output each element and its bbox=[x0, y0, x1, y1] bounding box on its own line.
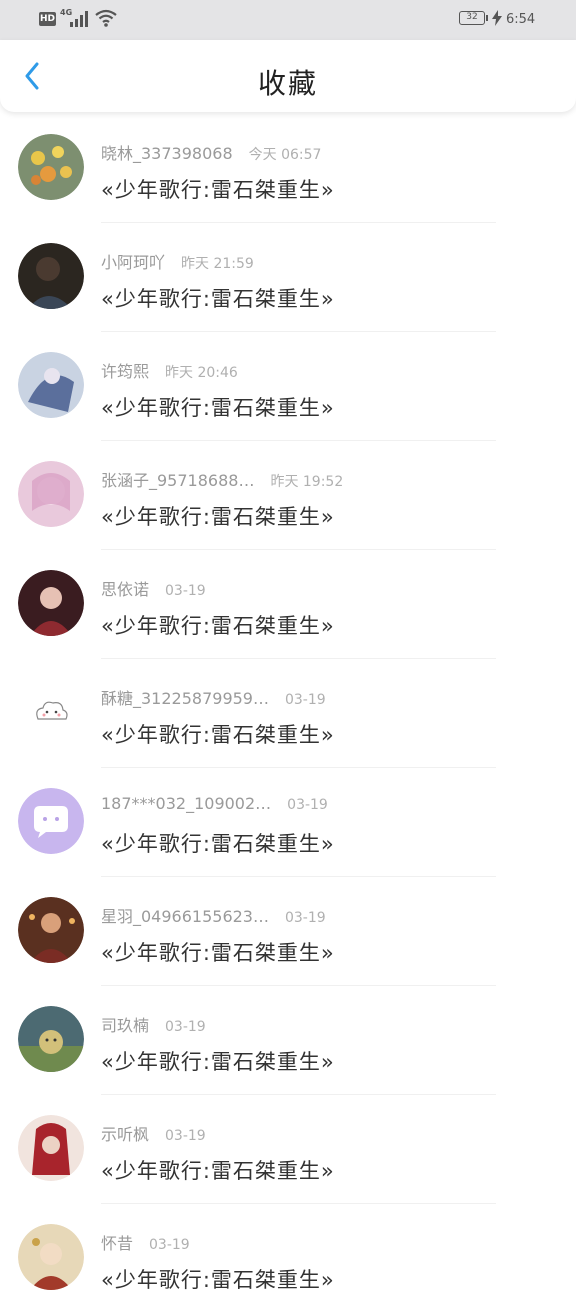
avatar[interactable] bbox=[18, 352, 84, 418]
user-name: 晓林_337398068 bbox=[101, 144, 233, 163]
item-meta: 晓林_337398068 今天 06:57 bbox=[101, 140, 321, 164]
item-time: 昨天 19:52 bbox=[270, 474, 344, 490]
list-item[interactable]: 思依诺 03-19 «少年歌行:雷石桀重生» bbox=[0, 550, 576, 659]
charging-icon bbox=[492, 10, 502, 26]
item-meta: 许筠熙 昨天 20:46 bbox=[101, 358, 238, 382]
battery-icon: 32 bbox=[459, 11, 485, 25]
item-content: «少年歌行:雷石桀重生» bbox=[101, 396, 335, 420]
user-name: 许筠熙 bbox=[101, 362, 150, 381]
user-name: 酥糖_31225879959… bbox=[101, 689, 269, 708]
item-time: 昨天 21:59 bbox=[181, 256, 254, 272]
item-time: 昨天 20:46 bbox=[165, 365, 238, 381]
item-time: 03-19 bbox=[149, 1237, 190, 1253]
list-item[interactable]: 酥糖_31225879959… 03-19 «少年歌行:雷石桀重生» bbox=[0, 659, 576, 768]
avatar[interactable] bbox=[18, 461, 84, 527]
header: 收藏 bbox=[0, 40, 576, 112]
wifi-icon bbox=[95, 9, 117, 27]
list-item[interactable]: 星羽_04966155623… 03-19 «少年歌行:雷石桀重生» bbox=[0, 877, 576, 986]
favorites-list: 晓林_337398068 今天 06:57 «少年歌行:雷石桀重生» 小阿珂吖 昨天… bbox=[0, 114, 576, 1313]
item-time: 03-19 bbox=[165, 1128, 206, 1144]
list-item[interactable]: 许筠熙 昨天 20:46 «少年歌行:雷石桀重生» bbox=[0, 332, 576, 441]
user-name: 187***032_109002… bbox=[101, 794, 272, 813]
list-item[interactable]: 张涵子_95718688… 昨天 19:52 «少年歌行:雷石桀重生» bbox=[0, 441, 576, 550]
avatar[interactable] bbox=[18, 243, 84, 309]
item-meta: 怀昔 03-19 bbox=[101, 1230, 190, 1254]
status-time: 6:54 bbox=[506, 12, 536, 27]
user-name: 怀昔 bbox=[101, 1234, 134, 1253]
page-title: 收藏 bbox=[257, 67, 318, 100]
item-meta: 司玖楠 03-19 bbox=[101, 1012, 206, 1036]
item-content: «少年歌行:雷石桀重生» bbox=[101, 1268, 335, 1292]
item-meta: 思依诺 03-19 bbox=[101, 576, 206, 600]
avatar[interactable] bbox=[18, 570, 84, 636]
item-meta: 示听枫 03-19 bbox=[101, 1121, 206, 1145]
avatar[interactable] bbox=[18, 134, 84, 200]
item-meta: 小阿珂吖 昨天 21:59 bbox=[101, 249, 254, 273]
item-content: «少年歌行:雷石桀重生» bbox=[101, 941, 335, 965]
item-content: «少年歌行:雷石桀重生» bbox=[101, 505, 335, 529]
avatar[interactable] bbox=[18, 1224, 84, 1290]
item-time: 03-19 bbox=[287, 797, 328, 813]
item-meta: 187***032_109002… 03-19 bbox=[101, 794, 328, 813]
item-time: 03-19 bbox=[165, 583, 206, 599]
list-item[interactable]: 晓林_337398068 今天 06:57 «少年歌行:雷石桀重生» bbox=[0, 114, 576, 223]
item-content: «少年歌行:雷石桀重生» bbox=[101, 1159, 335, 1183]
item-time: 今天 06:57 bbox=[248, 147, 322, 163]
list-item[interactable]: 示听枫 03-19 «少年歌行:雷石桀重生» bbox=[0, 1095, 576, 1204]
item-content: «少年歌行:雷石桀重生» bbox=[101, 178, 335, 202]
item-content: «少年歌行:雷石桀重生» bbox=[101, 723, 335, 747]
item-content: «少年歌行:雷石桀重生» bbox=[101, 614, 335, 638]
item-time: 03-19 bbox=[284, 910, 326, 926]
user-name: 小阿珂吖 bbox=[101, 253, 166, 272]
item-time: 03-19 bbox=[284, 692, 326, 708]
item-meta: 张涵子_95718688… 昨天 19:52 bbox=[101, 467, 343, 491]
list-item[interactable]: 小阿珂吖 昨天 21:59 «少年歌行:雷石桀重生» bbox=[0, 223, 576, 332]
user-name: 示听枫 bbox=[101, 1125, 150, 1144]
user-name: 张涵子_95718688… bbox=[101, 471, 255, 490]
item-content: «少年歌行:雷石桀重生» bbox=[101, 287, 335, 311]
avatar[interactable] bbox=[18, 679, 84, 745]
status-bar: HD 4G 32 6:54 bbox=[0, 0, 576, 40]
battery-tip bbox=[486, 15, 488, 21]
avatar[interactable] bbox=[18, 1006, 84, 1072]
list-item[interactable]: 187***032_109002… 03-19 «少年歌行:雷石桀重生» bbox=[0, 768, 576, 877]
list-item[interactable]: 司玖楠 03-19 «少年歌行:雷石桀重生» bbox=[0, 986, 576, 1095]
list-item[interactable]: 怀昔 03-19 «少年歌行:雷石桀重生» bbox=[0, 1204, 576, 1313]
hd-icon: HD bbox=[39, 12, 56, 26]
avatar[interactable] bbox=[18, 1115, 84, 1181]
avatar[interactable] bbox=[18, 788, 84, 854]
user-name: 星羽_04966155623… bbox=[101, 907, 269, 926]
signal-icon bbox=[70, 11, 88, 27]
user-name: 思依诺 bbox=[101, 580, 150, 599]
user-name: 司玖楠 bbox=[101, 1016, 150, 1035]
avatar[interactable] bbox=[18, 897, 84, 963]
item-meta: 星羽_04966155623… 03-19 bbox=[101, 903, 326, 927]
item-content: «少年歌行:雷石桀重生» bbox=[101, 1050, 335, 1074]
item-content: «少年歌行:雷石桀重生» bbox=[101, 832, 335, 856]
item-time: 03-19 bbox=[165, 1019, 206, 1035]
item-meta: 酥糖_31225879959… 03-19 bbox=[101, 685, 326, 709]
